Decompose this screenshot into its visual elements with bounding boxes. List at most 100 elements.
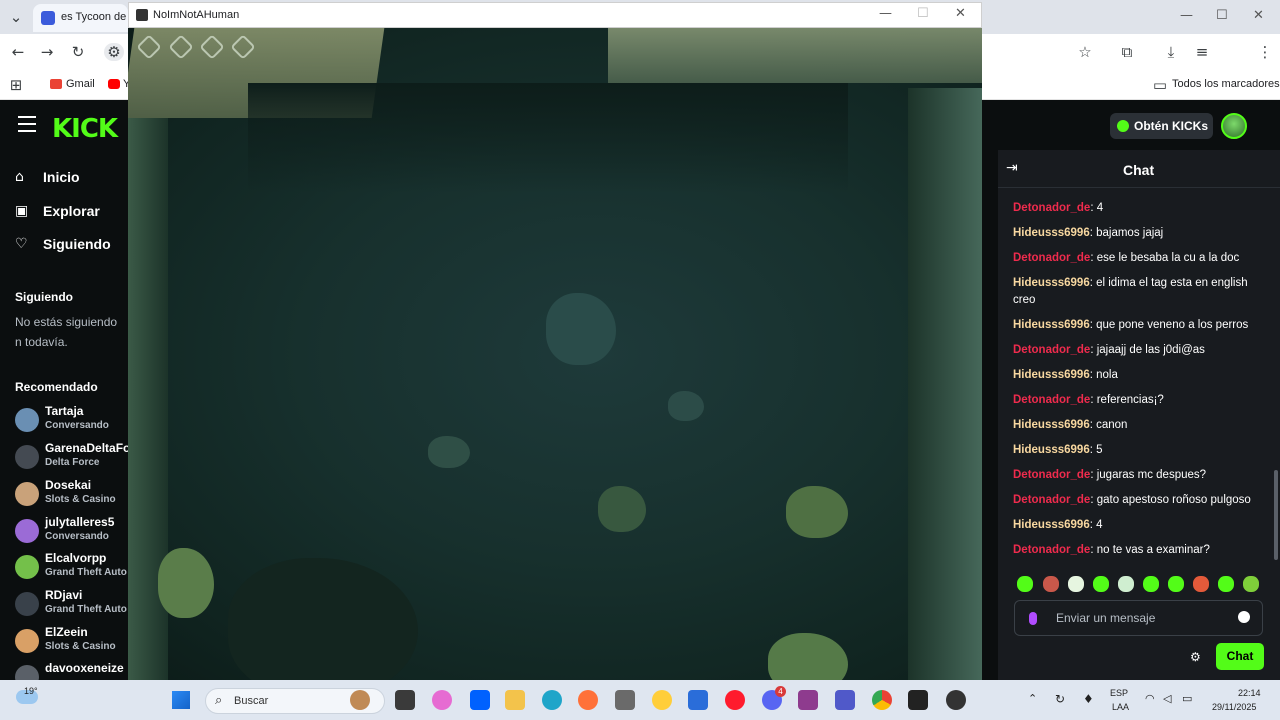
winrar-icon[interactable] — [798, 690, 818, 710]
game-window-titlebar[interactable]: NoImNotAHuman — ☐ ✕ — [128, 2, 982, 28]
browser-tab[interactable]: es Tycoon de ba — [33, 4, 128, 32]
chat-username[interactable]: Detonador_de — [1013, 202, 1090, 214]
firefox-icon[interactable] — [578, 690, 598, 710]
send-chat-button[interactable]: Chat — [1216, 643, 1264, 670]
chat-message: Hideusss6996: que pone veneno a los perr… — [1013, 319, 1249, 331]
menu-icon[interactable]: ⋮ — [1255, 43, 1275, 61]
teams-icon[interactable] — [835, 690, 855, 710]
microphone-icon[interactable] — [1029, 612, 1037, 625]
chat-username[interactable]: Hideusss6996 — [1013, 369, 1090, 381]
chat-username[interactable]: Hideusss6996 — [1013, 277, 1090, 289]
task-view-icon[interactable] — [395, 690, 415, 710]
chat-settings-icon[interactable]: ⚙ — [1190, 650, 1201, 664]
deer-widget-icon[interactable] — [350, 690, 370, 710]
maximize-icon[interactable]: ☐ — [1216, 8, 1228, 23]
forward-icon[interactable]: → — [37, 43, 57, 61]
game-rock — [598, 486, 646, 532]
copilot-icon[interactable] — [432, 690, 452, 710]
chat-username[interactable]: Hideusss6996 — [1013, 227, 1090, 239]
close-icon[interactable]: ✕ — [1253, 8, 1264, 23]
bookmark-gmail[interactable]: Gmail — [66, 78, 95, 90]
nav-siguiendo-label: Siguiendo — [43, 236, 111, 252]
app-icon[interactable] — [946, 690, 966, 710]
nav-inicio[interactable]: ⌂ Inicio — [15, 166, 80, 188]
chat-text: no te vas a examinar? — [1096, 544, 1210, 556]
edge-icon[interactable] — [542, 690, 562, 710]
bookmark-star-icon[interactable]: ☆ — [1075, 43, 1095, 61]
recommended-channel[interactable]: Elcalvorpp Grand Theft Auto — [15, 551, 128, 585]
collapse-chat-icon[interactable]: ⇥ — [1006, 160, 1018, 176]
emote-icon[interactable] — [1168, 576, 1184, 592]
language-indicator[interactable]: ESP — [1110, 688, 1128, 698]
clock-date[interactable]: 29/11/2025 — [1212, 702, 1256, 712]
emote-icon[interactable] — [1068, 576, 1084, 592]
emote-icon[interactable] — [1243, 576, 1259, 592]
download-icon[interactable]: ⤓ — [1161, 43, 1181, 61]
sync-icon[interactable]: ↻ — [1055, 692, 1065, 706]
clock-time[interactable]: 22:14 — [1238, 688, 1261, 698]
dropbox-icon[interactable] — [470, 690, 490, 710]
battery-icon[interactable]: ▭ — [1182, 692, 1192, 705]
chevron-up-icon[interactable]: ⌃ — [1028, 692, 1037, 705]
recommended-channel[interactable]: julytalleres5 Conversando — [15, 515, 128, 549]
game-viewport[interactable] — [128, 28, 982, 680]
app-icon[interactable] — [615, 690, 635, 710]
minimize-icon[interactable]: — — [1180, 8, 1193, 23]
recommended-channel[interactable]: ElZeein Slots & Casino — [15, 625, 128, 659]
game-app-icon[interactable] — [908, 690, 928, 710]
emote-icon[interactable] — [1017, 576, 1033, 592]
chat-username[interactable]: Hideusss6996 — [1013, 444, 1090, 456]
opera-icon[interactable] — [725, 690, 745, 710]
chat-message: Detonador_de: jugaras mc despues? — [1013, 469, 1207, 481]
reload-icon[interactable]: ↻ — [68, 43, 88, 61]
chat-username[interactable]: Hideusss6996 — [1013, 419, 1090, 431]
chat-message-input[interactable]: Enviar un mensaje — [1014, 600, 1263, 636]
back-icon[interactable]: ← — [8, 43, 28, 61]
chrome-icon[interactable] — [872, 690, 892, 710]
emote-icon[interactable] — [1193, 576, 1209, 592]
tab-list-icon[interactable]: ⌄ — [6, 8, 26, 26]
app-icon[interactable] — [688, 690, 708, 710]
recommended-channel[interactable]: RDjavi Grand Theft Auto — [15, 588, 128, 622]
wifi-icon[interactable]: ◠ — [1145, 692, 1155, 705]
game-minimize-icon[interactable]: — — [879, 6, 892, 21]
kick-logo[interactable]: KICK — [52, 114, 118, 144]
extensions-icon[interactable]: ⧉ — [1117, 43, 1137, 61]
file-explorer-icon[interactable] — [505, 690, 525, 710]
chat-username[interactable]: Detonador_de — [1013, 544, 1090, 556]
recommended-channel[interactable]: GarenaDeltaFo Delta Force — [15, 441, 130, 475]
hamburger-menu-icon[interactable] — [18, 116, 36, 132]
windows-start-icon[interactable] — [172, 691, 190, 709]
nav-siguiendo[interactable]: ♡ Siguiendo — [15, 233, 111, 255]
chat-username[interactable]: Detonador_de — [1013, 469, 1090, 481]
recommended-channel[interactable]: Tartaja Conversando — [15, 404, 128, 438]
chat-username[interactable]: Hideusss6996 — [1013, 519, 1090, 531]
get-kicks-button[interactable]: Obtén KICKs — [1110, 113, 1213, 139]
volume-icon[interactable]: ◁ — [1163, 692, 1171, 705]
chat-username[interactable]: Detonador_de — [1013, 394, 1090, 406]
microphone-tray-icon[interactable]: ♦ — [1083, 692, 1094, 706]
recommended-channel[interactable]: Dosekai Slots & Casino — [15, 478, 128, 512]
all-bookmarks[interactable]: Todos los marcadores — [1172, 78, 1280, 90]
chat-username[interactable]: Detonador_de — [1013, 252, 1090, 264]
chat-username[interactable]: Hideusss6996 — [1013, 319, 1090, 331]
emote-icon[interactable] — [1218, 576, 1234, 592]
media-control-icon[interactable]: ≡ — [1192, 43, 1212, 61]
emoji-picker-icon[interactable] — [1238, 611, 1250, 623]
recommended-channel[interactable]: davooxeneize — [15, 661, 128, 680]
emote-icon[interactable] — [1143, 576, 1159, 592]
site-info-icon[interactable]: ⚙ — [104, 43, 124, 61]
chat-username[interactable]: Detonador_de — [1013, 344, 1090, 356]
app-icon[interactable] — [652, 690, 672, 710]
chat-username[interactable]: Detonador_de — [1013, 494, 1090, 506]
nav-explorar[interactable]: ▣ Explorar — [15, 200, 100, 222]
game-maximize-icon[interactable]: ☐ — [917, 6, 929, 21]
game-wall-shadow — [248, 83, 848, 193]
emote-icon[interactable] — [1043, 576, 1059, 592]
user-avatar[interactable] — [1221, 113, 1247, 139]
chat-scrollbar[interactable] — [1274, 470, 1278, 560]
emote-icon[interactable] — [1118, 576, 1134, 592]
game-close-icon[interactable]: ✕ — [955, 6, 966, 21]
apps-grid-icon[interactable]: ⊞ — [6, 76, 26, 94]
emote-icon[interactable] — [1093, 576, 1109, 592]
